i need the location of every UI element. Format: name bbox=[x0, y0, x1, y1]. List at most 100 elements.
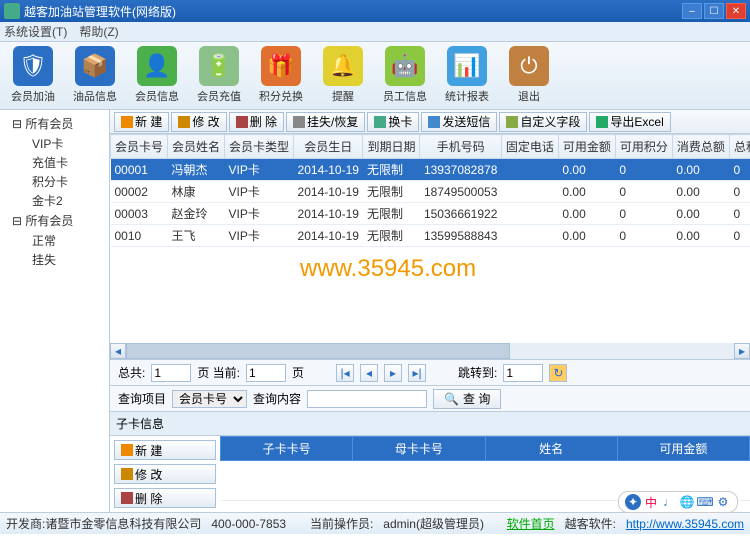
tool-recharge-icon: 🔋 bbox=[199, 46, 239, 86]
tool-report[interactable]: 📊统计报表 bbox=[440, 46, 494, 105]
column-header[interactable]: 总积分 bbox=[729, 135, 750, 159]
delete-button[interactable]: 删 除 bbox=[229, 112, 284, 132]
edit-button[interactable]: 修 改 bbox=[171, 112, 226, 132]
tool-recharge[interactable]: 🔋会员充值 bbox=[192, 46, 246, 105]
category-tree: ⊟ 所有会员 VIP卡充值卡积分卡金卡2 ⊟ 所有会员 正常挂失 bbox=[0, 110, 110, 512]
member-grid[interactable]: 会员卡号会员姓名会员卡类型会员生日到期日期手机号码固定电话可用金额可用积分消费总… bbox=[110, 134, 750, 343]
lost-button[interactable]: 挂失/恢复 bbox=[286, 112, 365, 132]
ime-logo-icon[interactable]: ✦ bbox=[625, 494, 641, 510]
new-button[interactable]: 新 建 bbox=[114, 112, 169, 132]
pager-next-icon[interactable]: ▸ bbox=[384, 364, 402, 382]
ime-globe-icon[interactable]: 🌐 bbox=[679, 494, 695, 510]
tree-item[interactable]: 挂失 bbox=[12, 250, 105, 269]
scroll-left-icon[interactable]: ◂ bbox=[110, 343, 126, 359]
search-field-select[interactable]: 会员卡号 bbox=[172, 390, 247, 408]
search-bar: 查询项目 会员卡号 查询内容 🔍查 询 bbox=[110, 385, 750, 411]
pager-last-icon[interactable]: ▸| bbox=[408, 364, 426, 382]
status-phone: 400-000-7853 bbox=[211, 517, 286, 531]
ime-mode-icon[interactable]: 中 bbox=[643, 494, 659, 510]
column-header[interactable]: 子卡卡号 bbox=[221, 437, 353, 461]
tree-item[interactable]: 正常 bbox=[12, 231, 105, 250]
pager-total-input[interactable] bbox=[151, 364, 191, 382]
subcard-title: 子卡信息 bbox=[110, 412, 750, 436]
ime-punct-icon[interactable]: ♩ bbox=[661, 494, 677, 510]
menu-help[interactable]: 帮助(Z) bbox=[79, 23, 118, 40]
column-header[interactable]: 母卡卡号 bbox=[353, 437, 485, 461]
pager-total-label: 总共: bbox=[118, 364, 145, 381]
column-header[interactable]: 会员卡类型 bbox=[225, 135, 294, 159]
hscrollbar[interactable]: ◂ ▸ bbox=[110, 343, 750, 359]
tool-points-icon: 🎁 bbox=[261, 46, 301, 86]
scroll-thumb[interactable] bbox=[126, 343, 510, 359]
tool-member-refuel-icon: 🛡 bbox=[13, 46, 53, 86]
search-button[interactable]: 🔍查 询 bbox=[433, 389, 501, 409]
table-row[interactable]: 00002林康VIP卡2014-10-19无限制187495000530.000… bbox=[111, 181, 750, 203]
tool-points[interactable]: 🎁积分兑换 bbox=[254, 46, 308, 105]
pager-prev-icon[interactable]: ◂ bbox=[360, 364, 378, 382]
column-header[interactable]: 可用金额 bbox=[558, 135, 615, 159]
tool-member-info-icon: 👤 bbox=[137, 46, 177, 86]
tool-oil-info[interactable]: 📦油品信息 bbox=[68, 46, 122, 105]
table-row[interactable]: 00003赵金玲VIP卡2014-10-19无限制150366619220.00… bbox=[111, 203, 750, 225]
tool-staff-icon: 🤖 bbox=[385, 46, 425, 86]
statusbar: 开发商:诸暨市金零信息科技有限公司 400-000-7853 当前操作员: ad… bbox=[0, 512, 750, 534]
tool-remind-icon: 🔔 bbox=[323, 46, 363, 86]
sub-delete-button[interactable]: 删 除 bbox=[114, 488, 216, 508]
column-header[interactable]: 手机号码 bbox=[420, 135, 501, 159]
status-site-link[interactable]: http://www.35945.com bbox=[626, 517, 744, 531]
action-toolbar: 新 建 修 改 删 除 挂失/恢复 换卡 发送短信 自定义字段 导出Excel bbox=[110, 110, 750, 134]
tree-root[interactable]: ⊟ 所有会员 bbox=[4, 211, 105, 230]
sms-button[interactable]: 发送短信 bbox=[421, 112, 497, 132]
pager-jump-input[interactable] bbox=[503, 364, 543, 382]
minimize-button[interactable]: – bbox=[682, 3, 702, 19]
search-icon: 🔍 bbox=[444, 392, 459, 406]
column-header[interactable]: 会员生日 bbox=[294, 135, 363, 159]
tree-root[interactable]: ⊟ 所有会员 bbox=[4, 114, 105, 133]
status-dev: 开发商:诸暨市金零信息科技有限公司 bbox=[6, 515, 201, 532]
table-row[interactable]: 0010王飞VIP卡2014-10-19无限制135995888430.0000… bbox=[111, 225, 750, 247]
column-header[interactable]: 会员姓名 bbox=[168, 135, 225, 159]
close-button[interactable]: ✕ bbox=[726, 3, 746, 19]
tool-staff[interactable]: 🤖员工信息 bbox=[378, 46, 432, 105]
tree-item[interactable]: 金卡2 bbox=[12, 191, 105, 210]
sub-edit-button[interactable]: 修 改 bbox=[114, 464, 216, 484]
window-title: 越客加油站管理软件(网络版) bbox=[24, 3, 176, 20]
tool-remind[interactable]: 🔔提醒 bbox=[316, 46, 370, 105]
pager: 总共: 页 当前: 页 |◂ ◂ ▸ ▸| 跳转到: ↻ bbox=[110, 359, 750, 385]
main-toolbar: 🛡会员加油📦油品信息👤会员信息🔋会员充值🎁积分兑换🔔提醒🤖员工信息📊统计报表⏻退… bbox=[0, 42, 750, 110]
status-home-link[interactable]: 软件首页 bbox=[507, 515, 555, 532]
pager-first-icon[interactable]: |◂ bbox=[336, 364, 354, 382]
ime-gear-icon[interactable]: ⚙ bbox=[715, 494, 731, 510]
tree-item[interactable]: VIP卡 bbox=[12, 134, 105, 153]
menu-settings[interactable]: 系统设置(T) bbox=[4, 23, 67, 40]
sub-new-button[interactable]: 新 建 bbox=[114, 440, 216, 460]
tool-exit[interactable]: ⏻退出 bbox=[502, 46, 556, 105]
tool-member-info[interactable]: 👤会员信息 bbox=[130, 46, 184, 105]
pager-go-icon[interactable]: ↻ bbox=[549, 364, 567, 382]
tool-oil-info-icon: 📦 bbox=[75, 46, 115, 86]
column-header[interactable]: 可用积分 bbox=[615, 135, 672, 159]
status-op-label: 当前操作员: bbox=[310, 515, 373, 532]
tree-item[interactable]: 积分卡 bbox=[12, 172, 105, 191]
status-op: admin(超级管理员) bbox=[383, 515, 484, 532]
search-input[interactable] bbox=[307, 390, 427, 408]
tree-item[interactable]: 充值卡 bbox=[12, 153, 105, 172]
maximize-button[interactable]: ☐ bbox=[704, 3, 724, 19]
tool-member-refuel[interactable]: 🛡会员加油 bbox=[6, 46, 60, 105]
ime-keyboard-icon[interactable]: ⌨ bbox=[697, 494, 713, 510]
column-header[interactable]: 会员卡号 bbox=[111, 135, 168, 159]
ime-toolbar[interactable]: ✦ 中 ♩ 🌐 ⌨ ⚙ bbox=[618, 491, 738, 513]
fields-button[interactable]: 自定义字段 bbox=[499, 112, 587, 132]
app-icon bbox=[4, 3, 20, 19]
pager-current-input[interactable] bbox=[246, 364, 286, 382]
column-header[interactable]: 到期日期 bbox=[363, 135, 420, 159]
column-header[interactable]: 消费总额 bbox=[672, 135, 729, 159]
tool-report-icon: 📊 bbox=[447, 46, 487, 86]
column-header[interactable]: 可用金额 bbox=[617, 437, 749, 461]
scroll-right-icon[interactable]: ▸ bbox=[734, 343, 750, 359]
swap-button[interactable]: 换卡 bbox=[367, 112, 419, 132]
export-button[interactable]: 导出Excel bbox=[589, 112, 670, 132]
table-row[interactable]: 00001冯朝杰VIP卡2014-10-19无限制139370828780.00… bbox=[111, 159, 750, 181]
column-header[interactable]: 固定电话 bbox=[501, 135, 558, 159]
column-header[interactable]: 姓名 bbox=[485, 437, 617, 461]
